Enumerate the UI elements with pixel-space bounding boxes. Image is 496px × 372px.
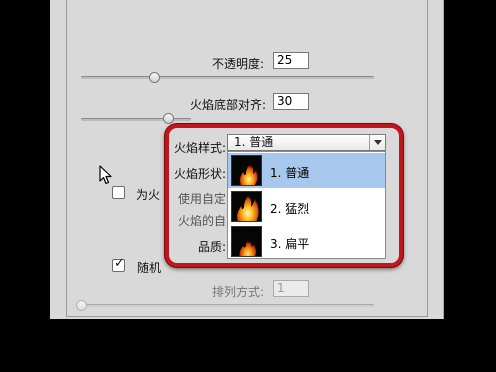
- flame-style-label: 火焰样式:: [174, 141, 227, 155]
- custom-color-label: 为火: [136, 188, 161, 202]
- uniform-width-label: 使用自定: [178, 192, 227, 206]
- random-checkbox[interactable]: ✓: [112, 256, 125, 272]
- option-normal-label: 1. 普通: [270, 166, 310, 180]
- opacity-label: 不透明度:: [212, 57, 265, 71]
- flame-bottom-align-slider-track[interactable]: [81, 118, 191, 121]
- mouse-pointer-icon: [99, 165, 112, 185]
- checkmark-icon: ✓: [114, 256, 125, 271]
- flame-normal-thumbnail: [231, 155, 262, 186]
- flame-violent-thumbnail: [231, 191, 262, 222]
- option-flat-label: 3. 扁平: [270, 237, 310, 251]
- arrangement-slider-track: [81, 304, 374, 307]
- quality-label: 品质:: [198, 240, 227, 254]
- arrangement-input: 1: [273, 280, 309, 297]
- flame-style-select[interactable]: 1. 普通: [227, 134, 386, 151]
- opacity-slider-thumb[interactable]: [149, 72, 160, 83]
- flame-bottom-align-input[interactable]: 30: [273, 93, 309, 110]
- dropdown-option-flat[interactable]: 3. 扁平: [228, 224, 385, 259]
- arrangement-slider-thumb: [76, 300, 87, 311]
- dropdown-option-violent[interactable]: 2. 猛烈: [228, 189, 385, 224]
- flame-bottom-align-slider-thumb[interactable]: [163, 113, 174, 124]
- screenshot: 不透明度: 25 火焰底部对齐: 30 为火 ✓ 随机 排列方式: 1 火焰样式…: [0, 0, 496, 372]
- flame-style-dropdown: 1. 普通 2. 猛烈 3. 扁平: [227, 151, 386, 259]
- opacity-input[interactable]: 25: [273, 52, 309, 69]
- chevron-down-icon[interactable]: [369, 135, 385, 150]
- flame-bottom-align-label: 火焰底部对齐:: [190, 98, 267, 112]
- dropdown-option-normal[interactable]: 1. 普通: [228, 153, 385, 188]
- flame-self-label: 火焰的自: [178, 214, 227, 228]
- random-label: 随机: [137, 261, 162, 275]
- flame-style-selected-value: 1. 普通: [234, 135, 274, 149]
- opacity-slider-track[interactable]: [81, 76, 374, 79]
- arrangement-label: 排列方式:: [212, 285, 265, 299]
- option-violent-label: 2. 猛烈: [270, 202, 310, 216]
- custom-color-checkbox[interactable]: [112, 186, 125, 199]
- flame-flat-thumbnail: [231, 226, 262, 257]
- flame-shape-label: 火焰形状:: [174, 167, 227, 181]
